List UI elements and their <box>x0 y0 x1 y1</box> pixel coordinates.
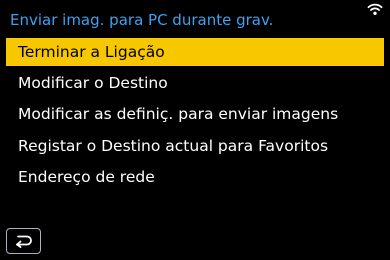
menu-title: Enviar imag. para PC durante grav. <box>10 11 274 29</box>
return-arrow-icon <box>16 235 32 248</box>
menu-item-terminar-ligacao[interactable]: Terminar a Ligação <box>6 38 384 66</box>
camera-menu-screen: Enviar imag. para PC durante grav. Termi… <box>0 0 390 260</box>
menu-item-registar-destino-favoritos[interactable]: Registar o Destino actual para Favoritos <box>6 132 384 160</box>
back-button[interactable] <box>6 228 41 254</box>
menu-item-modificar-destino[interactable]: Modificar o Destino <box>6 69 384 97</box>
wifi-icon <box>367 3 383 15</box>
menu-item-modificar-definicoes-envio[interactable]: Modificar as definiç. para enviar imagen… <box>6 100 384 128</box>
menu-item-endereco-rede[interactable]: Endereço de rede <box>6 163 384 191</box>
